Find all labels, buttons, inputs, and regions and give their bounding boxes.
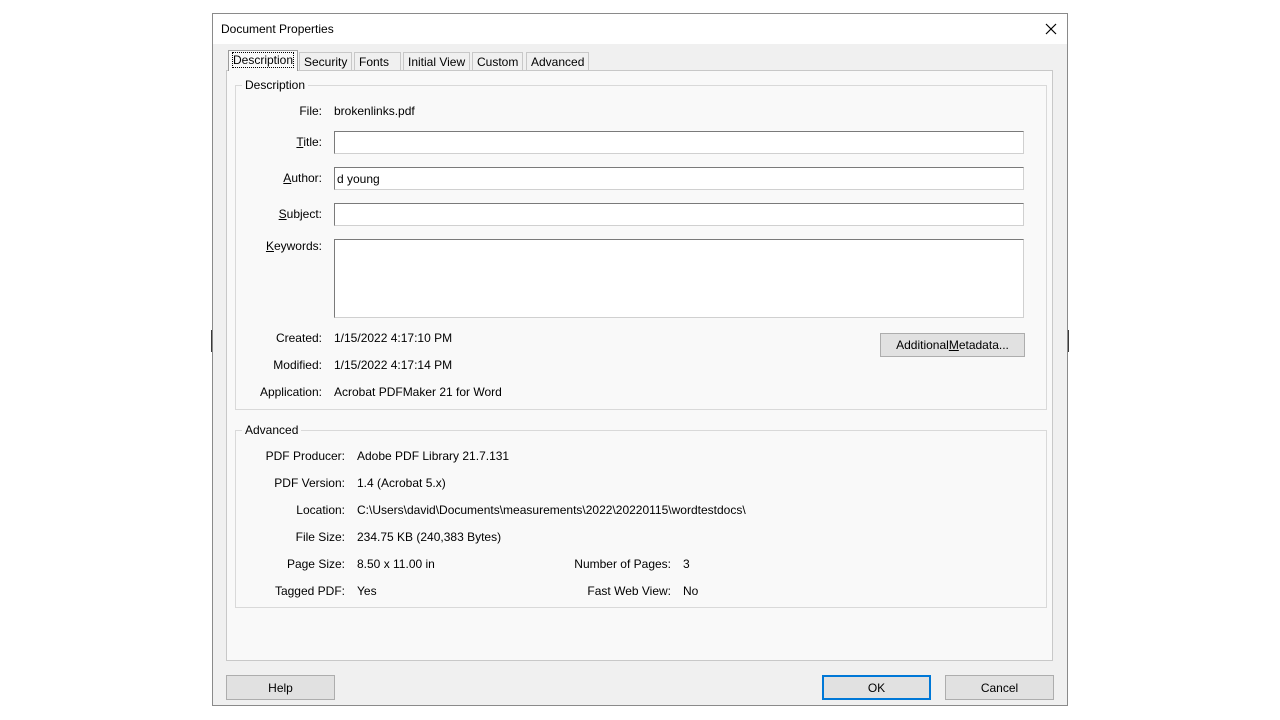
- author-label: Author:: [283, 171, 322, 185]
- description-group: Description File: brokenlinks.pdf Title:…: [235, 78, 1047, 410]
- pdf-producer-label: PDF Producer:: [265, 449, 345, 463]
- number-of-pages-label: Number of Pages:: [574, 557, 671, 571]
- description-group-label: Description: [242, 78, 309, 92]
- title-bar: Document Properties: [213, 14, 1067, 44]
- tab-custom[interactable]: Custom: [472, 52, 524, 71]
- tab-fonts[interactable]: Fonts: [354, 52, 401, 71]
- close-button[interactable]: [1035, 14, 1067, 44]
- tab-initial-view-label: Initial View: [408, 55, 466, 69]
- background-edge-right: [1068, 330, 1069, 352]
- tab-description-label: Description: [231, 52, 295, 68]
- author-field[interactable]: [334, 167, 1024, 190]
- ok-button[interactable]: OK: [822, 675, 931, 700]
- tab-advanced-label: Advanced: [531, 55, 585, 69]
- tab-description[interactable]: Description: [228, 50, 299, 71]
- tagged-pdf-label: Tagged PDF:: [274, 584, 345, 598]
- page-size-value: 8.50 x 11.00 in: [357, 557, 435, 571]
- subject-label: Subject:: [278, 207, 322, 221]
- location-label: Location:: [296, 503, 345, 517]
- number-of-pages-value: 3: [683, 557, 690, 571]
- pdf-version-label: PDF Version:: [274, 476, 345, 490]
- help-button[interactable]: Help: [226, 675, 335, 700]
- created-value: 1/15/2022 4:17:10 PM: [334, 331, 453, 345]
- cancel-button[interactable]: Cancel: [945, 675, 1054, 700]
- file-label: File:: [299, 104, 322, 118]
- close-icon: [1045, 23, 1057, 35]
- tab-initial-view[interactable]: Initial View: [403, 52, 471, 71]
- modified-value: 1/15/2022 4:17:14 PM: [334, 358, 453, 372]
- created-label: Created:: [275, 331, 322, 345]
- keywords-field[interactable]: [334, 239, 1024, 318]
- file-size-label: File Size:: [295, 530, 345, 544]
- fast-web-view-value: No: [683, 584, 699, 598]
- additional-metadata-key: M: [948, 338, 959, 352]
- pdf-version-value: 1.4 (Acrobat 5.x): [357, 476, 446, 490]
- title-field[interactable]: [334, 131, 1024, 154]
- application-label: Application:: [259, 385, 322, 399]
- page-size-label: Page Size:: [286, 557, 345, 571]
- modified-label: Modified:: [273, 358, 322, 372]
- subject-field[interactable]: [334, 203, 1024, 226]
- advanced-group-label: Advanced: [242, 423, 302, 437]
- fast-web-view-label: Fast Web View:: [587, 584, 671, 598]
- tagged-pdf-value: Yes: [357, 584, 377, 598]
- title-label: Title:: [296, 135, 322, 149]
- keywords-label: Keywords:: [265, 239, 322, 253]
- advanced-group: Advanced PDF Producer: Adobe PDF Library…: [235, 423, 1047, 608]
- additional-metadata-post: etadata...: [958, 338, 1009, 352]
- tab-security[interactable]: Security: [299, 52, 353, 71]
- tab-panel-description: Description File: brokenlinks.pdf Title:…: [226, 70, 1053, 661]
- document-properties-dialog: Document Properties Description Security…: [212, 13, 1068, 706]
- file-value: brokenlinks.pdf: [334, 104, 415, 118]
- tab-security-label: Security: [304, 55, 348, 69]
- file-size-value: 234.75 KB (240,383 Bytes): [357, 530, 502, 544]
- dialog-title: Document Properties: [221, 22, 334, 36]
- additional-metadata-button[interactable]: Additional Metadata...: [880, 333, 1025, 357]
- additional-metadata-pre: Additional: [896, 338, 949, 352]
- tab-advanced[interactable]: Advanced: [526, 52, 590, 71]
- application-value: Acrobat PDFMaker 21 for Word: [334, 385, 502, 399]
- location-value: C:\Users\david\Documents\measurements\20…: [357, 503, 746, 517]
- pdf-producer-value: Adobe PDF Library 21.7.131: [357, 449, 510, 463]
- tab-fonts-label: Fonts: [359, 55, 390, 69]
- tab-custom-label: Custom: [477, 55, 519, 69]
